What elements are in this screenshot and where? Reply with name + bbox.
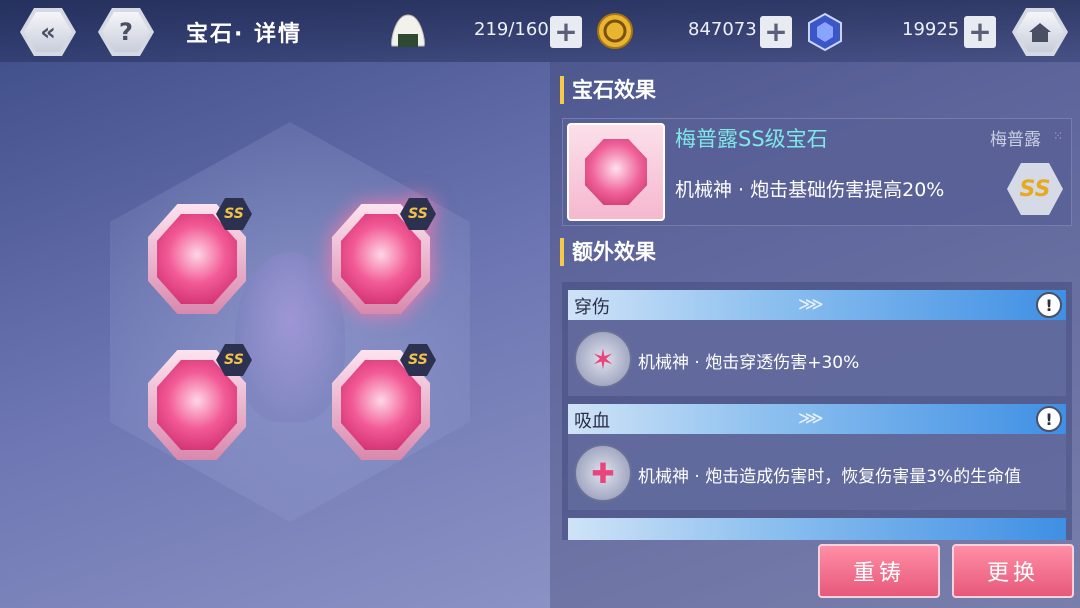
more-dots-icon: ⁙ bbox=[1052, 129, 1063, 143]
ss-rank-icon: SS bbox=[1007, 163, 1063, 215]
gem-slot-4[interactable]: SS bbox=[332, 344, 436, 460]
gem-thumbnail[interactable] bbox=[567, 123, 665, 221]
gem-slot-board: SS SS SS SS bbox=[0, 62, 548, 608]
extra-effect-desc: 机械神 · 炮击穿透伤害+30% bbox=[638, 353, 860, 373]
extra-effect-name: 吸血 bbox=[574, 411, 610, 432]
plus-icon: + bbox=[968, 15, 992, 48]
rice-ball-icon bbox=[391, 14, 425, 47]
gem-effect-title: 宝石效果 bbox=[560, 76, 656, 104]
gem-slot-2-selected[interactable]: SS bbox=[332, 198, 436, 314]
gem-owner: 梅普露 bbox=[990, 130, 1041, 150]
extra-effect-item: 穿伤 ⋙ ! ✶ 机械神 · 炮击穿透伤害+30% bbox=[568, 290, 1066, 396]
stamina-value: 219/160 bbox=[474, 19, 549, 40]
gem-slot-1[interactable]: SS bbox=[148, 198, 252, 314]
wing-icon: ⋙ bbox=[798, 294, 824, 315]
back-button[interactable]: « bbox=[20, 8, 76, 56]
plus-icon: + bbox=[554, 15, 578, 48]
recast-button[interactable]: 重铸 bbox=[818, 544, 940, 598]
extra-effect-desc: 机械神 · 炮击造成伤害时，恢复伤害量3%的生命值 bbox=[638, 467, 1022, 487]
extra-effect-title: 额外效果 bbox=[560, 238, 656, 266]
replace-button[interactable]: 更换 bbox=[952, 544, 1074, 598]
wing-icon: ⋙ bbox=[798, 408, 824, 429]
extra-effect-list[interactable]: 穿伤 ⋙ ! ✶ 机械神 · 炮击穿透伤害+30% 吸血 ⋙ ! ✚ 机械神 ·… bbox=[562, 282, 1072, 540]
gem-effect-text: 机械神 · 炮击基础伤害提高20% bbox=[675, 179, 945, 201]
info-button[interactable]: ! bbox=[1036, 406, 1062, 432]
add-crystal-button[interactable]: + bbox=[964, 16, 996, 48]
gold-coin-icon bbox=[597, 13, 633, 49]
crystal-icon bbox=[808, 12, 842, 52]
gold-value: 847073 bbox=[688, 19, 757, 40]
extra-effect-name: 穿伤 bbox=[574, 297, 610, 318]
extra-effect-item bbox=[568, 518, 1066, 540]
home-button[interactable] bbox=[1012, 8, 1068, 56]
center-emblem bbox=[235, 252, 345, 422]
pierce-icon: ✶ bbox=[574, 330, 632, 388]
info-button[interactable]: ! bbox=[1036, 292, 1062, 318]
add-stamina-button[interactable]: + bbox=[550, 16, 582, 48]
page-title: 宝石· 详情 bbox=[186, 22, 303, 47]
lifesteal-icon: ✚ bbox=[574, 444, 632, 502]
double-chevron-left-icon: « bbox=[40, 18, 56, 46]
add-gold-button[interactable]: + bbox=[760, 16, 792, 48]
crystal-value: 19925 bbox=[902, 19, 960, 40]
gem-effect-card: 梅普露SS级宝石 梅普露 ⁙ 机械神 · 炮击基础伤害提高20% SS bbox=[562, 118, 1072, 226]
question-icon: ? bbox=[119, 18, 133, 46]
top-bar: « ? 宝石· 详情 219/160 + 847073 + 19925 + bbox=[0, 0, 1080, 62]
plus-icon: + bbox=[764, 15, 788, 48]
extra-effect-item: 吸血 ⋙ ! ✚ 机械神 · 炮击造成伤害时，恢复伤害量3%的生命值 bbox=[568, 404, 1066, 510]
gem-slot-3[interactable]: SS bbox=[148, 344, 252, 460]
home-icon bbox=[1029, 23, 1051, 42]
gem-detail-panel: 宝石效果 梅普露SS级宝石 梅普露 ⁙ 机械神 · 炮击基础伤害提高20% SS… bbox=[550, 62, 1080, 608]
help-button[interactable]: ? bbox=[98, 8, 154, 56]
gem-name: 梅普露SS级宝石 bbox=[675, 127, 828, 151]
